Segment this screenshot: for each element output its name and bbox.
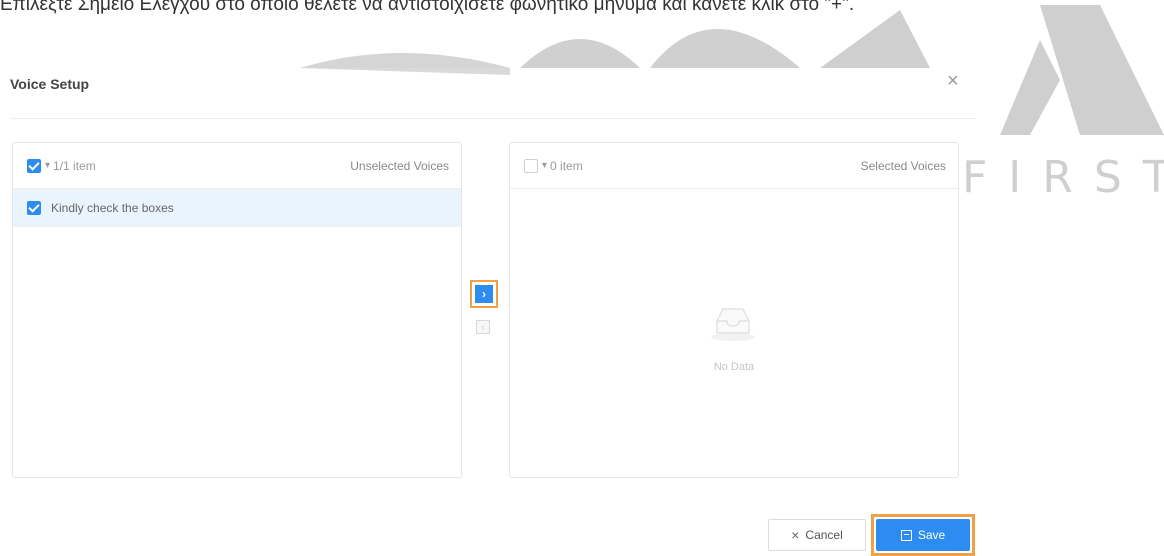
- unselected-voices-panel: ▾ 1/1 item Unselected Voices Kindly chec…: [12, 142, 462, 478]
- save-button-highlight: Save: [871, 514, 975, 556]
- unselected-panel-header: ▾ 1/1 item Unselected Voices: [13, 143, 461, 189]
- item-label: Kindly check the boxes: [51, 201, 174, 215]
- cancel-button[interactable]: × Cancel: [768, 519, 866, 551]
- move-to-unselected-button[interactable]: ‹: [476, 320, 490, 334]
- list-item[interactable]: Kindly check the boxes: [13, 189, 461, 227]
- selected-panel-header: ▾ 0 item Selected Voices: [510, 143, 958, 189]
- close-icon: ×: [791, 527, 800, 543]
- instruction-text: Επιλέξτε Σημείο Ελέγχου στο οποίο θέλετε…: [0, 0, 855, 15]
- chevron-down-icon[interactable]: ▾: [542, 160, 547, 171]
- empty-state-text: No Data: [713, 361, 755, 373]
- unselected-count: 1/1 item: [53, 158, 96, 173]
- cancel-label: Cancel: [805, 528, 843, 542]
- chevron-right-icon: ›: [475, 285, 493, 303]
- item-checkbox[interactable]: [27, 201, 41, 215]
- title-divider: [10, 118, 975, 119]
- selected-count: 0 item: [550, 158, 583, 173]
- watermark-tagline: FIRST: [962, 152, 1164, 203]
- save-label: Save: [917, 528, 946, 542]
- select-all-selected-checkbox[interactable]: [524, 158, 538, 173]
- selected-panel-title: Selected Voices: [860, 158, 946, 173]
- dialog-title: Voice Setup: [10, 76, 90, 92]
- chevron-down-icon[interactable]: ▾: [45, 160, 50, 171]
- empty-inbox-icon: [711, 308, 755, 341]
- selected-voices-panel: ▾ 0 item Selected Voices No Data: [509, 142, 959, 478]
- save-icon: [900, 529, 912, 541]
- move-to-selected-button[interactable]: ›: [470, 280, 498, 308]
- close-icon[interactable]: ×: [947, 70, 959, 93]
- unselected-panel-title: Unselected Voices: [350, 158, 449, 173]
- chevron-left-icon: ‹: [481, 322, 485, 332]
- select-all-unselected-checkbox[interactable]: [27, 158, 41, 173]
- save-button[interactable]: Save: [876, 519, 970, 551]
